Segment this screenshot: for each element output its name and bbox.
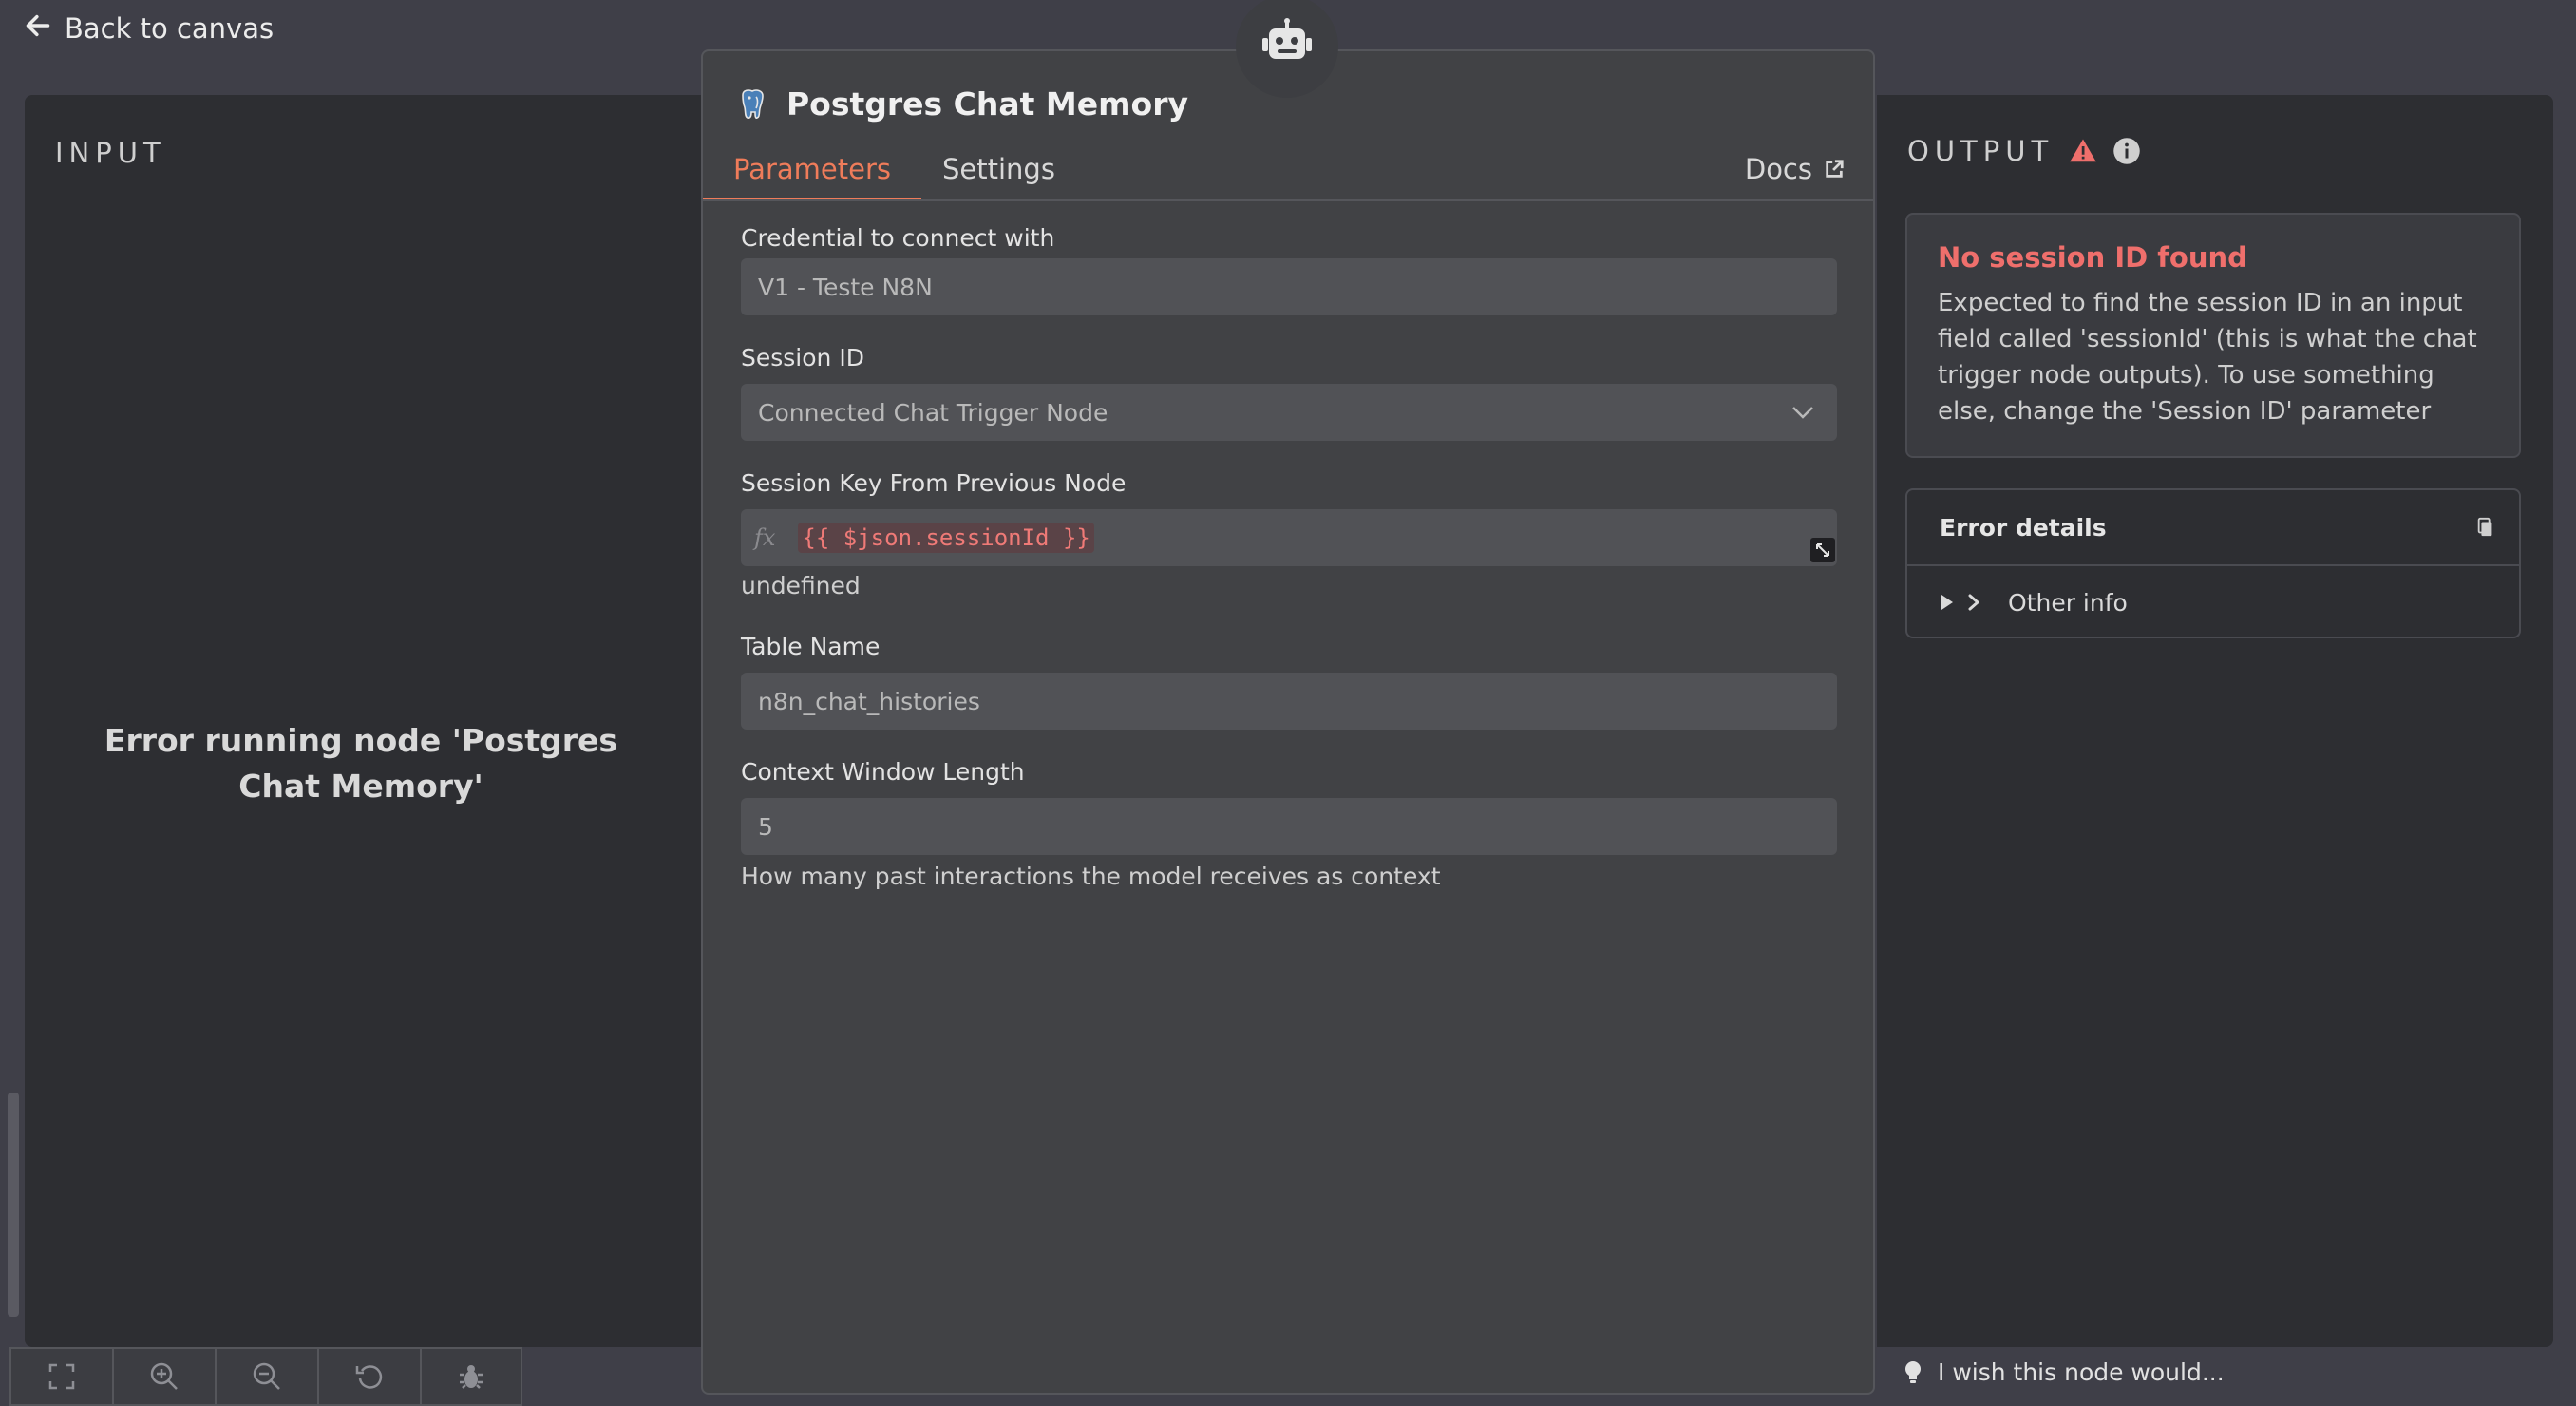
back-label: Back to canvas — [65, 12, 275, 45]
robot-icon — [1260, 17, 1315, 76]
session-key-expression-input[interactable]: fx {{ $json.sessionId }} — [741, 509, 1837, 566]
context-window-input[interactable]: 5 — [741, 798, 1837, 855]
node-title: Postgres Chat Memory — [786, 86, 1188, 123]
credential-label: Credential to connect with — [741, 224, 1055, 252]
table-name-label: Table Name — [741, 633, 881, 660]
debug-button[interactable] — [420, 1347, 522, 1406]
docs-label: Docs — [1744, 153, 1812, 185]
tab-settings[interactable]: Settings — [942, 139, 1055, 200]
session-id-value: Connected Chat Trigger Node — [758, 398, 1108, 427]
node-type-circle — [1236, 0, 1338, 98]
output-panel-title: OUTPUT — [1907, 135, 2055, 167]
caret-right-icon — [1940, 594, 1955, 611]
canvas-toolbar — [9, 1347, 522, 1406]
tab-divider — [703, 200, 1873, 201]
error-title: No session ID found — [1938, 241, 2247, 274]
arrow-left-icon — [25, 12, 51, 46]
credential-value: V1 - Teste N8N — [758, 273, 933, 301]
expand-editor-icon[interactable] — [1810, 538, 1835, 562]
left-resize-handle[interactable] — [8, 1092, 19, 1317]
info-icon[interactable] — [2112, 137, 2141, 165]
session-id-select[interactable]: Connected Chat Trigger Node — [741, 384, 1837, 441]
session-key-label: Session Key From Previous Node — [741, 469, 1127, 497]
chevron-right-icon — [1966, 594, 1981, 611]
debug-icon — [456, 1361, 486, 1392]
table-name-input[interactable]: n8n_chat_histories — [741, 673, 1837, 730]
tab-parameters-label: Parameters — [733, 153, 891, 185]
back-to-canvas-link[interactable]: Back to canvas — [25, 8, 274, 49]
credential-select[interactable]: V1 - Teste N8N — [741, 258, 1837, 315]
tab-parameters[interactable]: Parameters — [703, 139, 921, 201]
tab-settings-label: Settings — [942, 153, 1055, 185]
zoom-in-button[interactable] — [112, 1347, 215, 1406]
error-details-title: Error details — [1940, 513, 2107, 542]
error-description: Expected to find the session ID in an in… — [1938, 289, 2477, 426]
error-details-card: Error details Other info — [1905, 488, 2521, 638]
docs-link[interactable]: Docs — [1745, 139, 1845, 200]
node-header: Postgres Chat Memory — [735, 86, 1188, 123]
input-panel-title: INPUT — [55, 137, 166, 169]
chevron-down-icon — [1791, 406, 1814, 419]
fit-view-button[interactable] — [9, 1347, 112, 1406]
output-header: OUTPUT — [1907, 135, 2141, 167]
fx-label: fx — [754, 524, 776, 551]
session-key-expression: {{ $json.sessionId }} — [798, 522, 1094, 553]
node-settings-modal: Postgres Chat Memory Parameters Settings… — [701, 49, 1875, 1395]
lightbulb-icon — [1904, 1360, 1923, 1385]
postgres-elephant-icon — [735, 87, 769, 122]
zoom-out-button[interactable] — [215, 1347, 317, 1406]
table-name-value: n8n_chat_histories — [758, 687, 980, 715]
reset-zoom-button[interactable] — [317, 1347, 420, 1406]
input-error-message: Error running node 'Postgres Chat Memory… — [104, 722, 618, 805]
context-window-hint: How many past interactions the model rec… — [741, 863, 1441, 890]
warning-icon — [2069, 137, 2097, 165]
session-id-label: Session ID — [741, 344, 864, 371]
context-window-value: 5 — [758, 812, 773, 841]
other-info-label: Other info — [2008, 588, 2128, 617]
feedback-label: I wish this node would... — [1938, 1358, 2225, 1386]
external-link-icon — [1824, 159, 1845, 180]
context-window-label: Context Window Length — [741, 758, 1025, 786]
reset-zoom-icon — [354, 1361, 385, 1392]
session-key-result: undefined — [741, 572, 861, 599]
fit-view-icon — [47, 1361, 77, 1392]
error-details-header: Error details — [1907, 490, 2519, 566]
feedback-link[interactable]: I wish this node would... — [1904, 1358, 2225, 1386]
zoom-out-icon — [252, 1361, 282, 1392]
zoom-in-icon — [149, 1361, 180, 1392]
other-info-toggle[interactable]: Other info — [1907, 566, 2519, 638]
error-card: No session ID found Expected to find the… — [1905, 213, 2521, 458]
copy-icon[interactable] — [2475, 517, 2496, 538]
